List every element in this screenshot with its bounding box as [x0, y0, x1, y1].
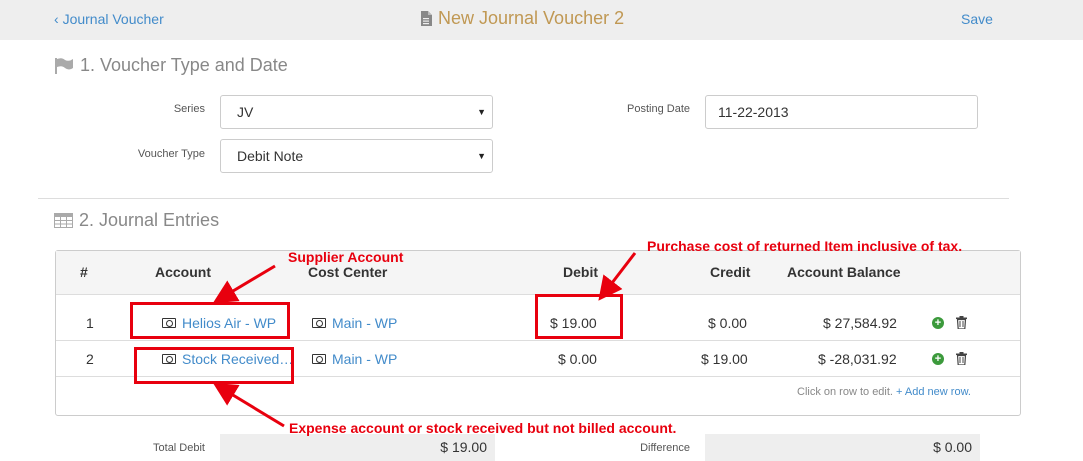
arrow-supplier — [212, 264, 276, 304]
arrow-purchase — [598, 252, 637, 301]
annotation-arrows — [212, 252, 637, 428]
arrow-expense — [212, 382, 285, 428]
